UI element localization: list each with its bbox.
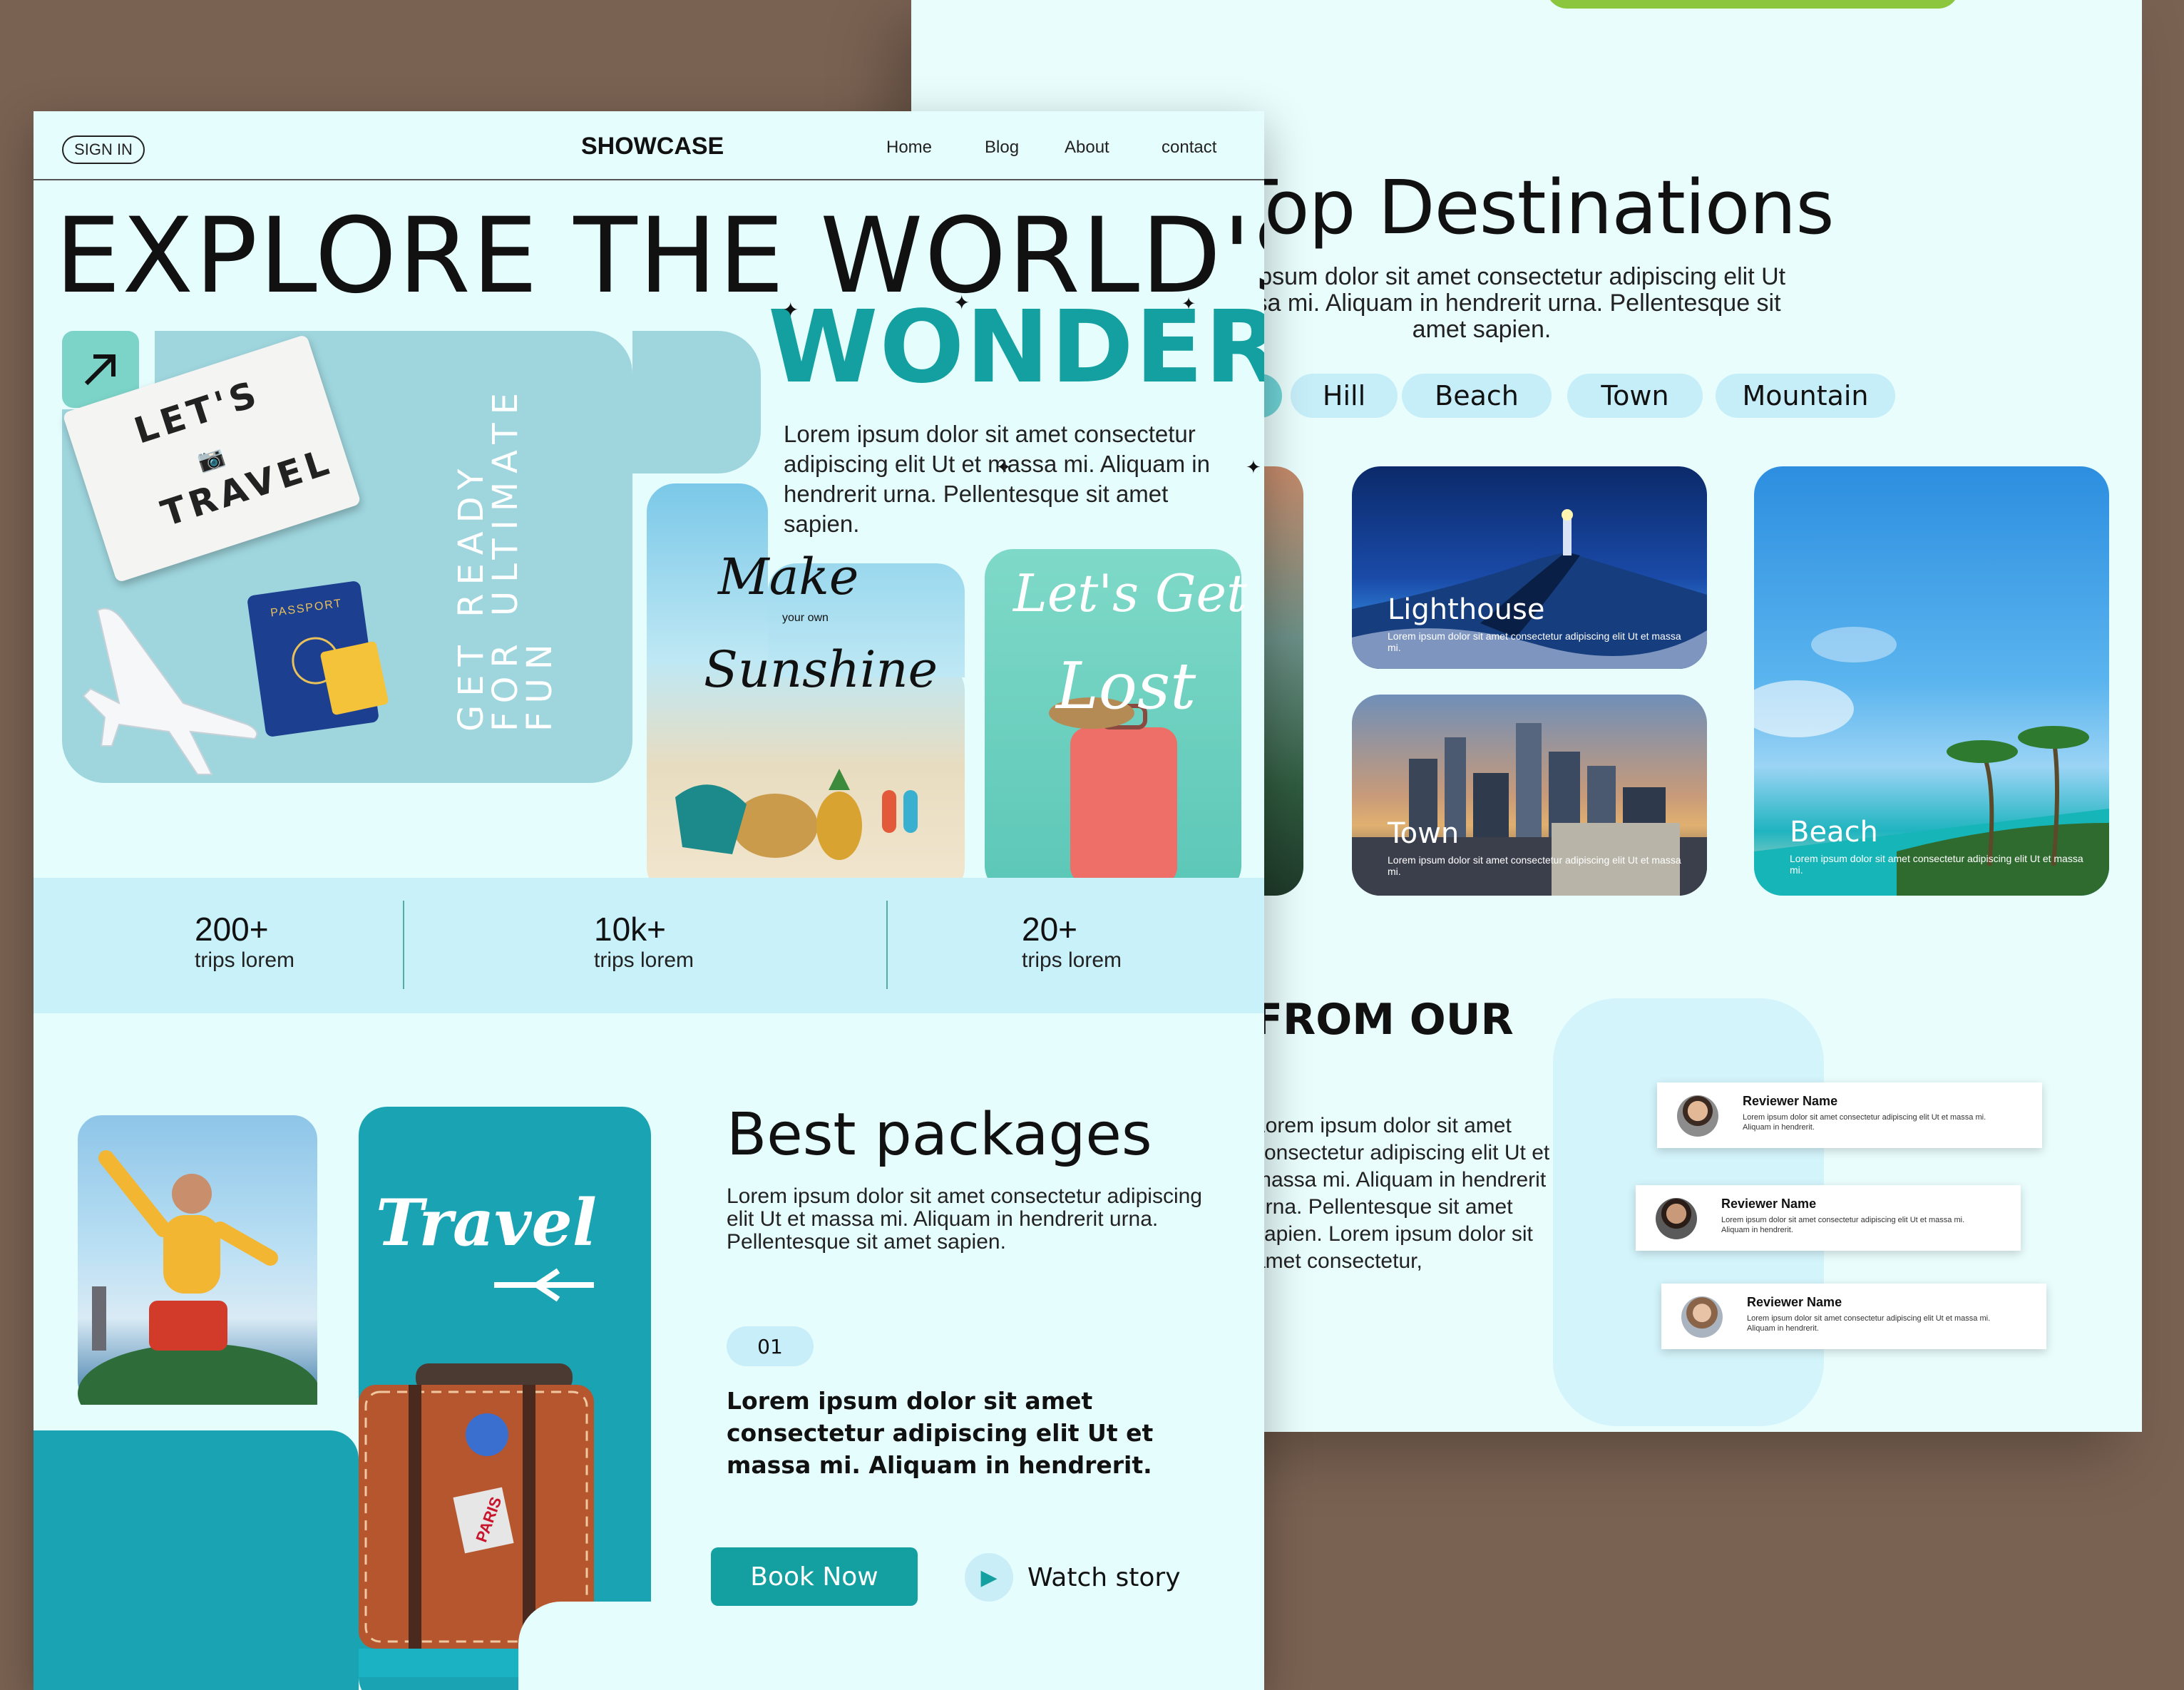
svg-text:✦: ✦: [1181, 294, 1196, 314]
nav-home[interactable]: Home: [886, 138, 932, 158]
sign-in-button[interactable]: SIGN IN: [62, 135, 145, 164]
stat-number: 200+: [195, 911, 269, 948]
front-page: SIGN IN SHOWCASE Home Blog About contact…: [34, 111, 1264, 1690]
filter-chip-town[interactable]: Town: [1567, 374, 1703, 418]
poster-corner-cutout: [518, 1602, 682, 1690]
sunshine-card[interactable]: Make your own Sunshine: [647, 483, 965, 896]
lightbox-text-lets: LET'S: [129, 372, 265, 452]
stat-item: 20+ trips lorem: [1022, 910, 1122, 973]
sunshine-make-text: Make: [718, 548, 859, 606]
destination-card-town[interactable]: Town Lorem ipsum dolor sit amet consecte…: [1352, 695, 1707, 896]
filter-chip-beach[interactable]: Beach: [1402, 374, 1552, 418]
avatar: [1677, 1095, 1718, 1137]
review-card: Reviewer Name Lorem ipsum dolor sit amet…: [1657, 1082, 2042, 1148]
review-card: Reviewer Name Lorem ipsum dolor sit amet…: [1661, 1284, 2046, 1349]
stat-divider: [403, 901, 404, 989]
stat-label: trips lorem: [594, 948, 694, 972]
play-icon[interactable]: ▶: [965, 1553, 1013, 1602]
stat-label: trips lorem: [195, 948, 295, 972]
testimonials-text: Lorem ipsum dolor sit amet consectetur a…: [1254, 1114, 1550, 1273]
lets-get-lost-card[interactable]: Let's Get Lost: [985, 549, 1247, 894]
filter-chip-mountain[interactable]: Mountain: [1716, 374, 1895, 418]
package-highlight-text: Lorem ipsum dolor sit amet consectetur a…: [727, 1387, 1154, 1479]
stat-item: 10k+ trips lorem: [594, 910, 694, 973]
reviewer-name: Reviewer Name: [1721, 1197, 1817, 1211]
review-text: Lorem ipsum dolor sit amet consectetur a…: [1743, 1113, 1986, 1132]
traveler-image: [78, 1150, 317, 1405]
destinations-title: Top Destinations: [1232, 164, 1835, 251]
destination-card-lighthouse[interactable]: Lighthouse Lorem ipsum dolor sit amet co…: [1352, 466, 1707, 669]
lost-text: Lost: [1056, 649, 1196, 724]
svg-text:✦: ✦: [953, 291, 970, 314]
destination-card-beach[interactable]: Beach Lorem ipsum dolor sit amet consect…: [1754, 466, 2109, 896]
card-sub-beach: Lorem ipsum dolor sit amet consectetur a…: [1790, 853, 2083, 876]
hero-card-extension: [632, 331, 761, 473]
card-label-lighthouse: Lighthouse: [1388, 593, 1545, 626]
sunshine-word-text: Sunshine: [704, 640, 938, 699]
nav-blog[interactable]: Blog: [985, 138, 1019, 158]
review-text: Lorem ipsum dolor sit amet consectetur a…: [1747, 1314, 1991, 1333]
green-cta-bar[interactable]: [1546, 0, 1959, 9]
traveler-photo[interactable]: [69, 1107, 326, 1413]
tagline-line-1: GET READY: [451, 460, 491, 732]
card-label-town: Town: [1388, 817, 1460, 850]
nav-divider: [34, 179, 1264, 180]
review-text: Lorem ipsum dolor sit amet consectetur a…: [1721, 1216, 1965, 1234]
card-sub-lighthouse: Lorem ipsum dolor sit amet consectetur a…: [1388, 630, 1681, 653]
avatar: [1656, 1198, 1697, 1239]
travel-script-text: Travel: [376, 1185, 597, 1261]
brand-logo[interactable]: SHOWCASE: [581, 133, 724, 160]
testimonials-heading: FROM OUR: [1254, 995, 1514, 1045]
filter-chip-hill[interactable]: Hill: [1291, 374, 1398, 418]
lets-get-text: Let's Get: [1013, 563, 1248, 623]
travel-poster-lower: [34, 1430, 359, 1690]
nav-contact[interactable]: contact: [1162, 138, 1216, 158]
card-sub-town: Lorem ipsum dolor sit amet consectetur a…: [1388, 854, 1681, 877]
watch-story-label: Watch story: [1027, 1562, 1181, 1592]
stat-item: 200+ trips lorem: [195, 910, 294, 973]
avatar: [1681, 1296, 1723, 1338]
stat-label: trips lorem: [1022, 948, 1122, 972]
reviewer-name: Reviewer Name: [1747, 1295, 1842, 1309]
card-label-beach: Beach: [1790, 816, 1878, 849]
stat-number: 10k+: [594, 911, 667, 948]
packages-description: Lorem ipsum dolor sit amet consectetur a…: [727, 1184, 1202, 1254]
package-number-badge: 01: [727, 1326, 814, 1366]
svg-text:✦: ✦: [1246, 457, 1261, 478]
review-card: Reviewer Name Lorem ipsum dolor sit amet…: [1636, 1185, 2021, 1251]
vertical-tagline: GET READY FOR ULTIMATE FUN: [451, 361, 560, 732]
watch-story-button[interactable]: ▶ Watch story: [965, 1553, 1181, 1602]
nav-about[interactable]: About: [1065, 138, 1109, 158]
reviewer-name: Reviewer Name: [1743, 1094, 1838, 1108]
tagline-line-2: FOR ULTIMATE: [486, 384, 526, 732]
packages-title: Best packages: [727, 1101, 1152, 1169]
sunshine-yourown-text: your own: [782, 612, 829, 624]
svg-text:✦: ✦: [782, 298, 799, 322]
book-now-button[interactable]: Book Now: [711, 1547, 918, 1606]
stat-number: 20+: [1022, 911, 1078, 948]
plane-icon: [494, 1268, 594, 1302]
camera-icon: 📷: [195, 444, 227, 475]
tagline-line-3: FUN: [520, 635, 560, 732]
passport-text: PASSPORT: [270, 597, 344, 620]
stat-divider: [886, 901, 888, 989]
